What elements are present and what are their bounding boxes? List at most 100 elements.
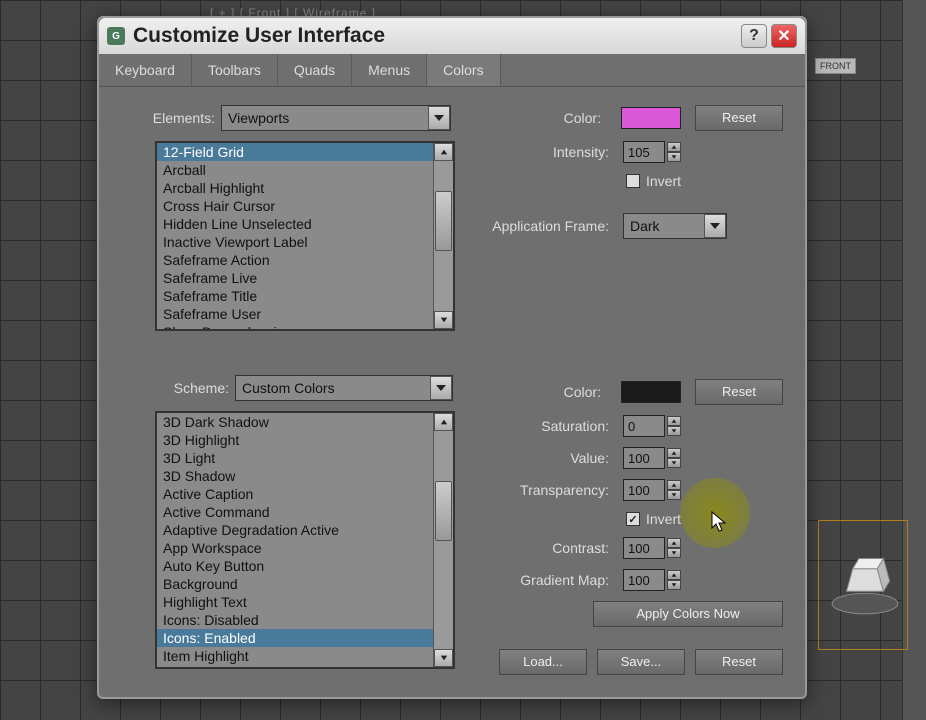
intensity-input[interactable] [623,141,665,163]
gradient-input[interactable] [623,569,665,591]
chevron-down-icon[interactable] [428,106,450,130]
scheme-dropdown[interactable]: Custom Colors [235,375,453,401]
scroll-up-icon[interactable] [434,413,453,431]
scrollbar[interactable] [433,413,453,667]
gradient-spinner[interactable] [623,569,681,591]
saturation-input[interactable] [623,415,665,437]
intensity-spinner[interactable] [623,141,681,163]
contrast-spinner[interactable] [623,537,681,559]
scroll-thumb[interactable] [435,191,452,251]
chevron-up-icon[interactable] [667,416,681,426]
saturation-spinner[interactable] [623,415,681,437]
color-swatch-top[interactable] [621,107,681,129]
tab-keyboard[interactable]: Keyboard [99,54,192,86]
list-item[interactable]: Auto Key Button [157,557,433,575]
chevron-up-icon[interactable] [667,480,681,490]
scroll-thumb[interactable] [435,481,452,541]
contrast-label: Contrast: [552,540,609,556]
color-label-bottom: Color: [564,384,601,400]
close-button[interactable]: ✕ [771,24,797,48]
list-item[interactable]: Inactive Viewport Label [157,233,433,251]
value-label: Value: [570,450,609,466]
list-item[interactable]: Safeframe User [157,305,433,323]
value-input[interactable] [623,447,665,469]
appframe-value: Dark [624,218,704,234]
tab-menus[interactable]: Menus [352,54,427,86]
chevron-down-icon[interactable] [667,580,681,590]
tab-colors[interactable]: Colors [427,54,500,86]
saturation-label: Saturation: [541,418,609,434]
scheme-value: Custom Colors [236,380,430,396]
list-item[interactable]: Cross Hair Cursor [157,197,433,215]
save-button[interactable]: Save... [597,649,685,675]
apply-colors-button[interactable]: Apply Colors Now [593,601,783,627]
invert-label-top: Invert [646,173,681,189]
list-item[interactable]: Arcball Highlight [157,179,433,197]
list-item[interactable]: Safeframe Title [157,287,433,305]
list-item[interactable]: Arcball [157,161,433,179]
list-item[interactable]: Item Highlight [157,647,433,665]
tab-bar: KeyboardToolbarsQuadsMenusColors [99,54,805,87]
list-item[interactable]: 3D Highlight [157,431,433,449]
chevron-down-icon[interactable] [667,548,681,558]
appframe-label: Application Frame: [492,218,609,234]
chevron-up-icon[interactable] [667,142,681,152]
list-item[interactable]: 3D Light [157,449,433,467]
list-item[interactable]: Active Command [157,503,433,521]
appframe-dropdown[interactable]: Dark [623,213,727,239]
list-item[interactable]: Icons: Enabled [157,629,433,647]
list-item[interactable]: Active Caption [157,485,433,503]
list-item[interactable]: App Workspace [157,539,433,557]
help-button[interactable]: ? [741,24,767,48]
list-item[interactable]: Icons: Disabled [157,611,433,629]
contrast-input[interactable] [623,537,665,559]
color-swatch-bottom[interactable] [621,381,681,403]
list-item[interactable]: Hidden Line Unselected [157,215,433,233]
viewcube-front[interactable]: FRONT [815,58,856,74]
reset-button[interactable]: Reset [695,649,783,675]
chevron-up-icon[interactable] [667,538,681,548]
tab-quads[interactable]: Quads [278,54,352,86]
invert-checkbox-top[interactable] [626,174,640,188]
list-item[interactable]: Modifier Selection [157,665,433,667]
list-item[interactable]: Background [157,575,433,593]
list-item[interactable]: 12-Field Grid [157,143,433,161]
chevron-down-icon[interactable] [667,458,681,468]
list-item[interactable]: 3D Dark Shadow [157,413,433,431]
list-item[interactable]: 3D Shadow [157,467,433,485]
scroll-up-icon[interactable] [434,143,453,161]
tab-toolbars[interactable]: Toolbars [192,54,278,86]
reset-top-button[interactable]: Reset [695,105,783,131]
invert-checkbox-bottom[interactable] [626,512,640,526]
value-spinner[interactable] [623,447,681,469]
chevron-up-icon[interactable] [667,570,681,580]
load-button[interactable]: Load... [499,649,587,675]
list-item[interactable]: Highlight Text [157,593,433,611]
invert-label-bottom: Invert [646,511,681,527]
chevron-down-icon[interactable] [667,490,681,500]
scheme-listbox[interactable]: 3D Dark Shadow3D Highlight3D Light3D Sha… [155,411,455,669]
elements-dropdown[interactable]: Viewports [221,105,451,131]
list-item[interactable]: Adaptive Degradation Active [157,521,433,539]
chevron-down-icon[interactable] [667,152,681,162]
elements-listbox[interactable]: 12-Field GridArcballArcball HighlightCro… [155,141,455,331]
scrollbar[interactable] [433,143,453,329]
elements-label: Elements: [129,110,215,126]
gradient-label: Gradient Map: [520,572,609,588]
scheme-label: Scheme: [149,380,229,396]
transparency-input[interactable] [623,479,665,501]
list-item[interactable]: Show Dependencies [157,323,433,329]
titlebar[interactable]: G Customize User Interface ? ✕ [99,18,805,54]
list-item[interactable]: Safeframe Action [157,251,433,269]
reset-bottom-button[interactable]: Reset [695,379,783,405]
list-item[interactable]: Safeframe Live [157,269,433,287]
customize-ui-dialog: G Customize User Interface ? ✕ KeyboardT… [97,16,807,699]
transparency-spinner[interactable] [623,479,681,501]
scroll-down-icon[interactable] [434,311,453,329]
chevron-down-icon[interactable] [667,426,681,436]
scroll-down-icon[interactable] [434,649,453,667]
chevron-down-icon[interactable] [704,214,726,238]
chevron-down-icon[interactable] [430,376,452,400]
chevron-up-icon[interactable] [667,448,681,458]
transparency-label: Transparency: [520,482,609,498]
